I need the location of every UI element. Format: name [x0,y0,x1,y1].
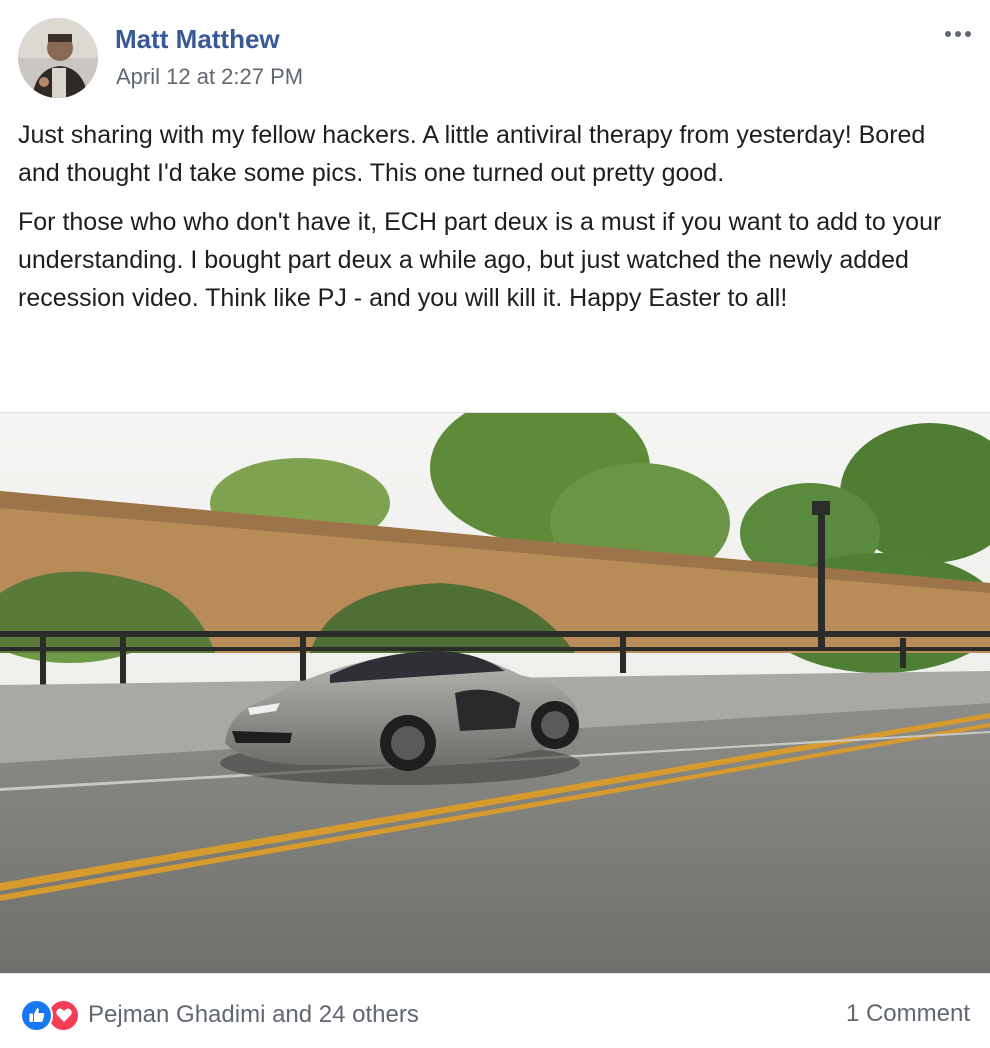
reactions-text[interactable]: Pejman Ghadimi and 24 others [88,1001,419,1029]
author-avatar[interactable] [18,18,98,98]
like-icon [20,998,53,1032]
post-timestamp[interactable]: April 12 at 2:27 PM [116,64,303,90]
post-message: Just sharing with my fellow hackers. A l… [18,116,973,328]
ellipsis-horizontal-icon[interactable] [940,22,976,46]
post-footer: Pejman Ghadimi and 24 others 1 Comment [0,973,990,1048]
post-paragraph: Just sharing with my fellow hackers. A l… [18,121,926,187]
reactions-summary[interactable]: Pejman Ghadimi and 24 others [20,998,419,1032]
post-header: Matt Matthew April 12 at 2:27 PM [0,0,990,110]
post-photo[interactable] [0,413,990,973]
post-paragraph: For those who who don't have it, ECH par… [18,208,942,312]
comments-count-link[interactable]: 1 Comment [846,1000,970,1028]
author-name-link[interactable]: Matt Matthew [115,24,280,55]
